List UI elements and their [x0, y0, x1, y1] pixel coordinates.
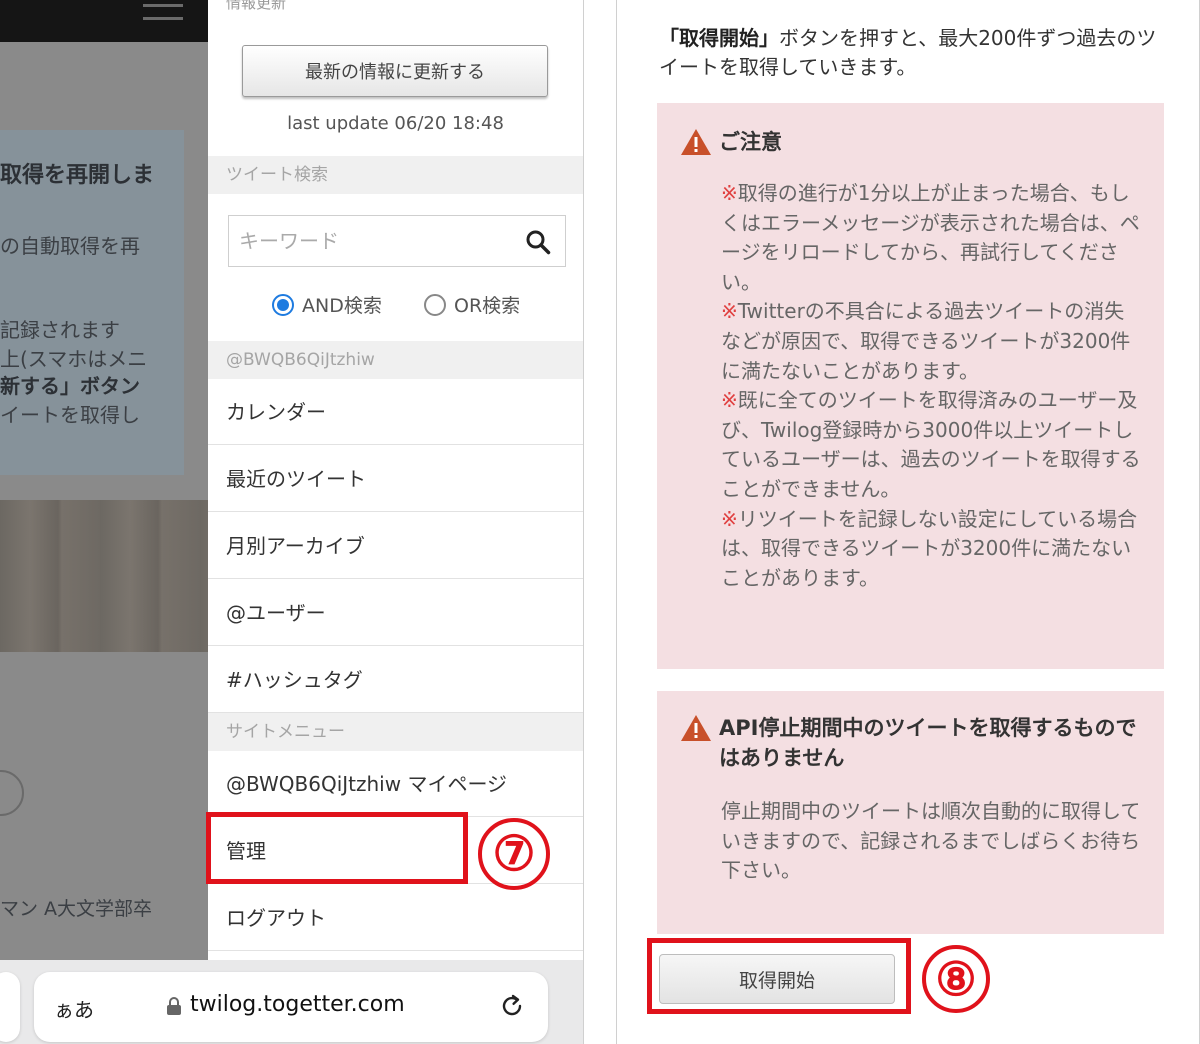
background-card-line: の自動取得を再: [0, 234, 140, 258]
last-update-text: last update 06/20 18:48: [287, 113, 504, 134]
caution-paragraph: ※Twitterの不具合による過去ツイートの消失などが原因で、取得できるツイート…: [721, 297, 1141, 386]
step-8-marker: ⑧: [922, 945, 990, 1013]
warning-icon: [681, 715, 711, 741]
left-phone-screen: 取得を再開しま の自動取得を再 記録されます 上(スマホはメニ 新する」ボタン …: [0, 0, 584, 1044]
tweet-search-section-header: ツイート検索: [208, 156, 583, 194]
start-button-highlight-frame: [647, 938, 911, 1014]
background-wood-image: [0, 500, 208, 652]
background-card-line: 記録されます: [0, 318, 120, 342]
background-profile-text: マン A大文学部卒: [0, 898, 153, 920]
page-settings-button[interactable]: ぁあ: [54, 994, 94, 1023]
radio-selected-icon[interactable]: [272, 293, 294, 316]
dimmed-background-page: 取得を再開しま の自動取得を再 記録されます 上(スマホはメニ 新する」ボタン …: [0, 0, 208, 960]
note-mark: ※: [721, 181, 738, 205]
and-search-option[interactable]: AND検索: [272, 291, 382, 318]
caution-text: リツイートを記録しない設定にしている場合は、取得できるツイートが3200件に満た…: [721, 506, 1138, 590]
menu-item-logout[interactable]: ログアウト: [208, 885, 583, 951]
background-top-bar: [0, 0, 208, 42]
admin-highlight-frame: [206, 812, 468, 884]
refresh-info-button[interactable]: 最新の情報に更新する: [242, 45, 548, 97]
or-search-label: OR検索: [454, 295, 521, 317]
caution-title: ご注意: [719, 130, 782, 154]
api-notice-box: API停止期間中のツイートを取得するものではありません 停止期間中のツイートは順…: [657, 691, 1164, 934]
caution-text: 取得の進行が1分以上が止まった場合、もしくはエラーメッセージが表示された場合は、…: [721, 181, 1140, 294]
api-notice-title-row: API停止期間中のツイートを取得するものではありません: [679, 713, 1149, 773]
or-search-option[interactable]: OR検索: [424, 291, 520, 318]
hamburger-menu-icon-line: [143, 17, 183, 20]
search-icon[interactable]: [525, 229, 551, 255]
user-section-header: @BWQB6QiJtzhiw: [208, 341, 583, 379]
api-notice-body: 停止期間中のツイートは順次自動的に取得していきますので、記録されるまでしばらくお…: [721, 799, 1141, 883]
radio-unselected-icon[interactable]: [424, 293, 446, 316]
right-phone-screen: 「取得開始」ボタンを押すと、最大200件ずつ過去のツイートを取得していきます。 …: [616, 0, 1200, 1044]
background-info-card: 取得を再開しま の自動取得を再 記録されます 上(スマホはメニ 新する」ボタン …: [0, 130, 184, 475]
caution-notice-box: ご注意 ※取得の進行が1分以上が止まった場合、もしくはエラーメッセージが表示され…: [657, 103, 1164, 669]
note-mark: ※: [721, 506, 738, 531]
menu-item-calendar[interactable]: カレンダー: [208, 379, 583, 445]
intro-text: 「取得開始」ボタンを押すと、最大200件ずつ過去のツイートを取得していきます。: [659, 24, 1169, 82]
caution-paragraph: ※取得の進行が1分以上が止まった場合、もしくはエラーメッセージが表示された場合は…: [721, 179, 1141, 297]
caution-paragraph: ※リツイートを記録しない設定にしている場合は、取得できるツイートが3200件に満…: [721, 505, 1141, 594]
reload-icon[interactable]: [498, 992, 526, 1020]
caution-paragraph: ※既に全てのツイートを取得済みのユーザー及び、Twilog登録時から3000件以…: [721, 386, 1141, 504]
caution-title-row: ご注意: [679, 127, 782, 157]
site-menu-section-header: サイトメニュー: [208, 713, 583, 751]
background-avatar-circle: [0, 770, 24, 816]
address-bar[interactable]: ぁあ twilog.togetter.com: [34, 972, 548, 1042]
menu-item-my-page[interactable]: @BWQB6QiJtzhiw マイページ: [208, 751, 583, 817]
warning-icon: [681, 129, 711, 155]
menu-item-monthly-archive[interactable]: 月別アーカイブ: [208, 513, 583, 579]
background-card-line: 上(スマホはメニ: [0, 347, 148, 371]
url-text[interactable]: twilog.togetter.com: [190, 992, 405, 1017]
caution-text: Twitterの不具合による過去ツイートの消失などが原因で、取得できるツイートが…: [721, 299, 1131, 383]
hamburger-menu-icon: [143, 4, 183, 7]
background-card-title: 取得を再開しま: [0, 163, 155, 188]
note-mark: ※: [721, 388, 738, 413]
search-box: [228, 215, 566, 267]
background-card-line: イートを取得し: [0, 403, 140, 427]
background-card-line: 新する」ボタン: [0, 374, 140, 398]
caution-text: 既に全てのツイートを取得済みのユーザー及び、Twilog登録時から3000件以上…: [721, 388, 1141, 501]
menu-item-recent-tweets[interactable]: 最近のツイート: [208, 446, 583, 512]
note-mark: ※: [721, 299, 738, 324]
step-7-marker: ⑦: [478, 818, 550, 890]
intro-emphasis: 「取得開始」: [659, 26, 779, 50]
previous-tab-stub[interactable]: [0, 972, 20, 1042]
menu-item-hashtags[interactable]: #ハッシュタグ: [208, 647, 583, 713]
caution-body: ※取得の進行が1分以上が止まった場合、もしくはエラーメッセージが表示された場合は…: [721, 179, 1141, 593]
info-update-section-label: 情報更新: [226, 0, 287, 12]
and-search-label: AND検索: [302, 295, 382, 317]
search-input[interactable]: [229, 216, 519, 266]
lock-icon: [167, 997, 181, 1015]
menu-item-users[interactable]: @ユーザー: [208, 580, 583, 646]
api-notice-title: API停止期間中のツイートを取得するものではありません: [719, 716, 1137, 770]
